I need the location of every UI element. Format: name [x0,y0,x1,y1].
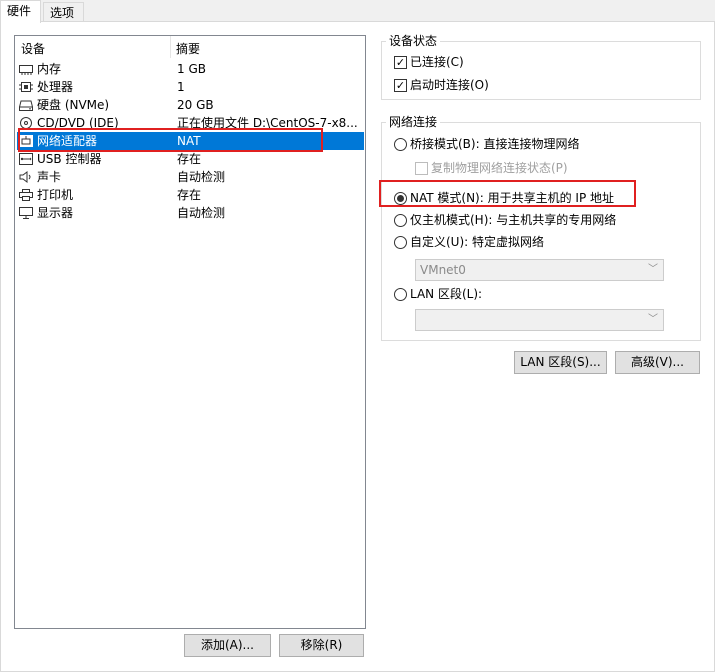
add-button[interactable]: 添加(A)... [184,634,271,657]
bridged-label: 桥接模式(B): 直接连接物理网络 [410,137,580,151]
hard-disk-icon [18,99,34,111]
lan-segment-label: LAN 区段(L): [410,287,483,301]
column-header-device[interactable]: 设备 [21,40,45,57]
device-status-title: 设备状态 [386,34,441,48]
device-name: 内存 [37,62,62,76]
device-name: 打印机 [37,188,74,202]
device-row-memory[interactable]: 内存 1 GB [17,60,364,78]
sound-card-icon [19,171,33,183]
replicate-state-checkbox[interactable] [415,162,428,175]
device-row-processor[interactable]: 处理器 1 [17,78,364,96]
tab-hardware[interactable]: 硬件 [0,0,41,23]
device-row-usb-controller[interactable]: USB 控制器 存在 [17,150,364,168]
host-only-label: 仅主机模式(H): 与主机共享的专用网络 [410,213,617,227]
highlight-box-network-adapter [18,128,323,152]
device-summary: 1 [177,80,185,94]
device-row-sound-card[interactable]: 声卡 自动检测 [17,168,364,186]
device-name: 声卡 [37,170,62,184]
lan-segment-select[interactable]: ﹀ [415,309,664,331]
custom-network-value: VMnet0 [420,263,466,277]
network-connection-title: 网络连接 [386,115,441,129]
memory-icon [19,63,33,75]
device-summary: 自动检测 [177,206,226,220]
connected-checkbox[interactable]: ✓ [394,56,407,69]
custom-label: 自定义(U): 特定虚拟网络 [410,235,545,249]
connect-at-power-on-checkbox[interactable]: ✓ [394,79,407,92]
tab-options[interactable]: 选项 [43,2,84,22]
device-row-printer[interactable]: 打印机 存在 [17,186,364,204]
column-header-summary[interactable]: 摘要 [176,40,200,57]
device-list[interactable]: 设备 摘要 内存 1 GB 处理器 1 硬盘 (NVMe) 20 GB CD/D… [14,35,366,629]
device-row-display[interactable]: 显示器 自动检测 [17,204,364,222]
lan-segments-button[interactable]: LAN 区段(S)... [514,351,607,374]
advanced-button[interactable]: 高级(V)... [615,351,700,374]
usb-icon [19,153,33,165]
remove-button[interactable]: 移除(R) [279,634,364,657]
printer-icon [19,189,33,201]
device-summary: 1 GB [177,62,206,76]
chevron-down-icon: ﹀ [648,314,658,325]
device-summary: 存在 [177,152,202,166]
processor-icon [19,81,33,93]
connected-label: 已连接(C) [410,55,464,69]
highlight-box-nat [379,180,636,207]
device-name: 硬盘 (NVMe) [37,98,110,112]
device-name: 处理器 [37,80,74,94]
connect-at-power-on-label: 启动时连接(O) [410,78,489,92]
custom-network-select[interactable]: VMnet0 ﹀ [415,259,664,281]
lan-segment-radio[interactable] [394,288,407,301]
device-name: USB 控制器 [37,152,102,166]
display-icon [19,207,33,219]
column-separator[interactable] [170,36,171,58]
custom-radio[interactable] [394,236,407,249]
device-list-header: 设备 摘要 [15,36,365,58]
replicate-state-label: 复制物理网络连接状态(P) [431,161,568,175]
host-only-radio[interactable] [394,214,407,227]
device-row-hard-disk[interactable]: 硬盘 (NVMe) 20 GB [17,96,364,114]
bridged-radio[interactable] [394,138,407,151]
device-summary: 自动检测 [177,170,226,184]
chevron-down-icon: ﹀ [648,264,658,275]
device-name: 显示器 [37,206,74,220]
device-summary: 20 GB [177,98,214,112]
device-summary: 存在 [177,188,202,202]
